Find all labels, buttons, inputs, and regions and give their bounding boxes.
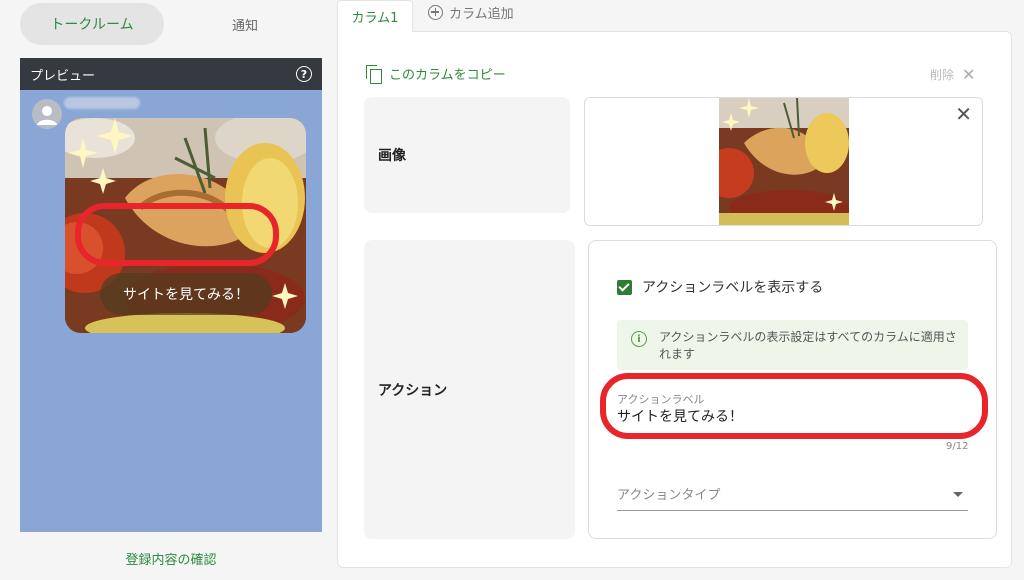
copy-icon	[366, 64, 382, 84]
remove-image-icon[interactable]: ✕	[955, 104, 972, 124]
confirm-registration-link[interactable]: 登録内容の確認	[20, 549, 322, 568]
avatar	[32, 99, 62, 129]
preview-title: プレビュー	[30, 68, 96, 84]
info-notice: i アクションラベルの表示設定はすべてのカラムに適用されます	[617, 320, 968, 370]
info-text: アクションラベルの表示設定はすべてのカラムに適用されます	[659, 330, 957, 361]
info-icon: i	[631, 331, 647, 347]
action-type-select[interactable]: アクションタイプ	[617, 484, 968, 511]
action-type-placeholder: アクションタイプ	[617, 488, 721, 503]
copy-column-button[interactable]: このカラムをコピー	[366, 64, 506, 84]
delete-column-button[interactable]: 削除 ✕	[930, 66, 975, 83]
add-column-button[interactable]: カラム追加	[428, 0, 514, 24]
delete-label: 削除	[930, 68, 955, 82]
tab-column-1[interactable]: カラム1	[337, 0, 413, 32]
help-icon[interactable]: ?	[296, 66, 312, 82]
dropdown-arrow-icon	[953, 492, 963, 497]
preview-header: プレビュー ?	[20, 58, 322, 90]
show-action-label-toggle[interactable]: アクションラベルを表示する	[617, 277, 823, 297]
message-bubble: サイトを見てみる！	[65, 118, 306, 333]
copy-column-label: このカラムをコピー	[389, 68, 506, 83]
char-counter: 9/12	[946, 441, 969, 452]
tab-talk-room[interactable]: トークルーム	[20, 3, 164, 45]
plus-circle-icon	[428, 4, 443, 20]
image-upload-box[interactable]: ✕	[584, 97, 983, 226]
show-action-label-text: アクションラベルを表示する	[642, 280, 824, 296]
add-column-label: カラム追加	[449, 6, 514, 22]
left-tabs: トークルーム 通知	[20, 3, 322, 45]
preview-panel: プレビュー ? サイトを見てみる！	[20, 58, 322, 532]
close-icon: ✕	[962, 64, 976, 84]
action-section-label: アクション	[364, 240, 575, 539]
bubble-action-label[interactable]: サイトを見てみる！	[100, 273, 272, 315]
sender-name-blurred	[64, 97, 140, 109]
checkbox-checked-icon[interactable]	[617, 279, 632, 295]
image-thumbnail	[719, 98, 849, 225]
image-section-label: 画像	[364, 97, 570, 213]
action-label-input[interactable]: サイトを見てみる！	[617, 406, 743, 426]
person-icon	[37, 106, 57, 125]
tab-notice[interactable]: 通知	[185, 3, 305, 45]
action-label-field-title: アクションラベル	[617, 393, 705, 406]
